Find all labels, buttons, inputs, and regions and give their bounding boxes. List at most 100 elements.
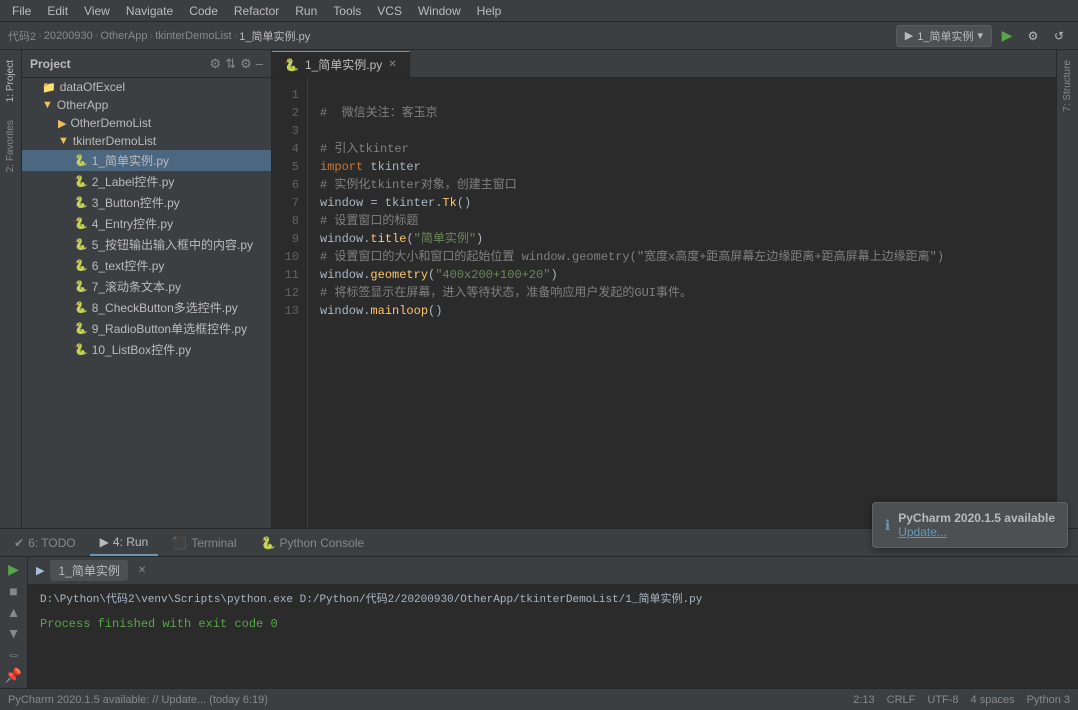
menu-refactor[interactable]: Refactor — [226, 2, 287, 20]
py-file-icon: 🐍 — [74, 301, 88, 314]
breadcrumb-date[interactable]: 20200930 — [44, 30, 93, 42]
py-file-icon: 🐍 — [74, 217, 88, 230]
tab-icon: 🐍 — [284, 58, 299, 72]
status-python-version: Python 3 — [1027, 694, 1070, 706]
editor-tab-main[interactable]: 🐍 1_简单实例.py ✕ — [272, 51, 410, 77]
tab-todo[interactable]: ✔ 6: TODO — [4, 530, 86, 556]
bottom-panel: ✔ 6: TODO ▶ 4: Run ⬛ Terminal 🐍 Python C… — [0, 528, 1078, 688]
tree-item-tkinterDemoList[interactable]: ▼ tkinterDemoList — [22, 132, 271, 150]
py-file-icon: 🐍 — [74, 322, 88, 335]
menu-file[interactable]: File — [4, 2, 39, 20]
menu-navigate[interactable]: Navigate — [118, 2, 181, 20]
run-config-dropdown-icon: ▾ — [977, 29, 983, 42]
code-line-3 — [320, 122, 1044, 140]
folder-icon: ▶ — [58, 117, 66, 130]
tab-terminal[interactable]: ⬛ Terminal — [162, 530, 246, 556]
sort-icon[interactable]: ⇅ — [225, 56, 236, 72]
menu-code[interactable]: Code — [181, 2, 226, 20]
code-line-6: # 实例化tkinter对象，创建主窗口 — [320, 176, 1044, 194]
reload-button[interactable]: ↺ — [1048, 25, 1070, 47]
tree-item-otherDemoList[interactable]: ▶ OtherDemoList — [22, 114, 271, 132]
run-config-button[interactable]: ▶ 1_简单实例 ▾ — [896, 25, 992, 47]
run-button[interactable]: ▶ — [996, 25, 1018, 47]
line-numbers: 1 2 3 4 5 6 7 8 9 10 11 12 13 — [272, 78, 308, 528]
tree-item-file4[interactable]: 🐍 4_Entry控件.py — [22, 213, 271, 234]
tree-item-file9[interactable]: 🐍 9_RadioButton单选框控件.py — [22, 318, 271, 339]
code-line-7: window = tkinter.Tk() — [320, 194, 1044, 212]
code-line-9: window.title("简单实例") — [320, 230, 1044, 248]
gear-icon[interactable]: ⚙ — [210, 56, 222, 72]
tree-item-otherapp[interactable]: ▼ OtherApp — [22, 96, 271, 114]
status-pycharm-update: PyCharm 2020.1.5 available: // Update...… — [8, 694, 268, 706]
editor-tabs: 🐍 1_简单实例.py ✕ — [272, 50, 1056, 78]
breadcrumb-file[interactable]: 1_简单实例.py — [239, 28, 310, 44]
code-line-1 — [320, 86, 1044, 104]
info-icon: ℹ — [885, 517, 890, 534]
py-file-icon: 🐍 — [74, 238, 88, 251]
minimize-icon[interactable]: – — [256, 56, 263, 72]
tree-item-file8[interactable]: 🐍 8_CheckButton多选控件.py — [22, 297, 271, 318]
sidebar-item-structure[interactable]: 7: Structure — [1059, 52, 1076, 120]
status-indent: 4 spaces — [971, 694, 1015, 706]
code-editor[interactable]: # 微信关注：客玉京 # 引入tkinter import tkinter # … — [308, 78, 1056, 528]
status-line-ending: CRLF — [887, 694, 916, 706]
menu-vcs[interactable]: VCS — [369, 2, 410, 20]
py-file-icon: 🐍 — [74, 175, 88, 188]
code-line-5: import tkinter — [320, 158, 1044, 176]
panel-title: Project — [30, 57, 71, 71]
menu-tools[interactable]: Tools — [325, 2, 369, 20]
run-stop-button[interactable]: ■ — [3, 582, 25, 599]
tree-item-file5[interactable]: 🐍 5_按钮输出输入框中的内容.py — [22, 234, 271, 255]
tab-label: 1_简单实例.py — [305, 56, 382, 73]
run-scroll-down-button[interactable]: ▼ — [3, 625, 25, 642]
sidebar-item-favorites[interactable]: 2: Favorites — [2, 112, 19, 180]
tree-item-file10[interactable]: 🐍 10_ListBox控件.py — [22, 339, 271, 360]
run-pin-button[interactable]: 📌 — [3, 667, 25, 684]
run-play-button[interactable]: ▶ — [3, 561, 25, 578]
tab-close-button[interactable]: ✕ — [388, 59, 396, 70]
run-header-row: ▶ 1_简单实例 ✕ — [28, 557, 1078, 585]
tab-python-console[interactable]: 🐍 Python Console — [251, 530, 375, 556]
tree-item-file2[interactable]: 🐍 2_Label控件.py — [22, 171, 271, 192]
run-wrap-button[interactable]: ⇔ — [3, 646, 25, 663]
run-output-container: ▶ 1_简单实例 ✕ D:\Python\代码2\venv\Scripts\py… — [28, 557, 1078, 688]
run-exit-message: Process finished with exit code 0 — [40, 615, 1066, 633]
breadcrumb-app[interactable]: OtherApp — [100, 30, 147, 42]
menu-run[interactable]: Run — [287, 2, 325, 20]
run-config-icon: ▶ — [905, 29, 913, 42]
folder-icon: ▼ — [58, 135, 69, 147]
tree-item-dataofexcel[interactable]: 📁 dataOfExcel — [22, 78, 271, 96]
menu-window[interactable]: Window — [410, 2, 469, 20]
code-line-10: # 设置窗口的大小和窗口的起始位置 window.geometry("宽度x高度… — [320, 248, 1044, 266]
notification-update-link[interactable]: Update... — [898, 525, 1055, 539]
project-tree: 📁 dataOfExcel ▼ OtherApp ▶ OtherDemoList… — [22, 78, 271, 528]
breadcrumb-demo[interactable]: tkinterDemoList — [155, 30, 231, 42]
main-layout: 1: Project 2: Favorites Project ⚙ ⇅ ⚙ – … — [0, 50, 1078, 528]
tab-run[interactable]: ▶ 4: Run — [90, 530, 159, 556]
run-scroll-up-button[interactable]: ▲ — [3, 603, 25, 620]
run-close-icon[interactable]: ✕ — [138, 565, 146, 576]
tree-item-file7[interactable]: 🐍 7_滚动条文本.py — [22, 276, 271, 297]
breadcrumb-root[interactable]: 代码2 — [8, 28, 36, 44]
settings-icon[interactable]: ⚙ — [240, 56, 252, 72]
tree-item-file6[interactable]: 🐍 6_text控件.py — [22, 255, 271, 276]
py-file-icon: 🐍 — [74, 154, 88, 167]
py-file-icon: 🐍 — [74, 343, 88, 356]
statusbar: PyCharm 2020.1.5 available: // Update...… — [0, 688, 1078, 710]
project-panel: Project ⚙ ⇅ ⚙ – 📁 dataOfExcel ▼ OtherApp — [22, 50, 272, 528]
menubar: File Edit View Navigate Code Refactor Ru… — [0, 0, 1078, 22]
menu-help[interactable]: Help — [469, 2, 510, 20]
run-output: D:\Python\代码2\venv\Scripts\python.exe D:… — [28, 585, 1078, 688]
run-tab-icon: ▶ — [36, 564, 44, 577]
tree-item-file3[interactable]: 🐍 3_Button控件.py — [22, 192, 271, 213]
menu-view[interactable]: View — [76, 2, 118, 20]
tree-item-file1[interactable]: 🐍 1_简单实例.py — [22, 150, 271, 171]
code-line-13: window.mainloop() — [320, 302, 1044, 320]
settings-button[interactable]: ⚙ — [1022, 25, 1044, 47]
sidebar-item-project[interactable]: 1: Project — [2, 52, 19, 110]
run-icon: ▶ — [100, 535, 109, 549]
run-panel: ▶ ■ ▲ ▼ ⇔ 📌 ▶ 1_简单实例 ✕ D:\Python\代码2\ven… — [0, 557, 1078, 688]
code-line-12: # 将标签显示在屏幕，进入等待状态，准备响应用户发起的GUI事件。 — [320, 284, 1044, 302]
menu-edit[interactable]: Edit — [39, 2, 76, 20]
run-command-line: D:\Python\代码2\venv\Scripts\python.exe D:… — [40, 591, 1066, 609]
